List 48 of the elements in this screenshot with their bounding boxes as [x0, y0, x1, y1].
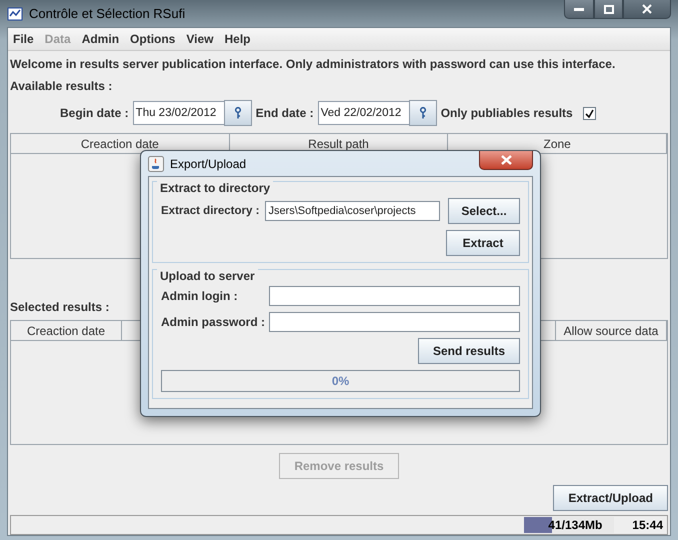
menu-item[interactable]: Admin: [78, 32, 128, 46]
section-label: Available results :: [10, 79, 114, 93]
field-label: Begin date :: [60, 106, 129, 120]
extract-upload-button[interactable]: Extract/Upload: [553, 485, 668, 511]
close-icon: [642, 4, 652, 14]
menu-item[interactable]: View: [183, 32, 222, 46]
send-results-button[interactable]: Send results: [418, 338, 520, 364]
select-button[interactable]: Select...: [448, 198, 520, 224]
maximize-button[interactable]: [594, 0, 623, 19]
field-label: Admin login :: [161, 289, 239, 303]
minimize-button[interactable]: [564, 0, 594, 19]
field-label: Admin password :: [161, 315, 263, 329]
dialog-title: Export/Upload: [170, 156, 246, 170]
key-icon: [234, 107, 242, 119]
extract-button[interactable]: Extract: [446, 230, 520, 256]
checkbox[interactable]: [582, 106, 596, 120]
column-header[interactable]: Creaction date: [11, 134, 230, 154]
minimize-icon: [574, 8, 584, 10]
clock-text: 15:44: [632, 518, 663, 532]
password-field[interactable]: [269, 312, 520, 332]
date-field[interactable]: Thu 23/02/2012: [132, 101, 225, 125]
group-title: Extract to directory: [157, 181, 274, 195]
app-icon: [7, 6, 23, 22]
progress-text: 0%: [332, 374, 350, 388]
key-icon: [418, 107, 427, 119]
field-label: End date :: [256, 106, 314, 120]
date-picker-button[interactable]: [224, 100, 252, 126]
login-field[interactable]: [269, 286, 520, 306]
directory-field[interactable]: Jsers\Softpedia\coser\projects: [265, 201, 440, 221]
menu-item[interactable]: File: [10, 32, 42, 46]
date-picker-button[interactable]: [408, 100, 437, 126]
cup-icon: [148, 156, 164, 172]
welcome-text: Welcome in results server publication interface. Only administrators with password can use this interface.: [10, 57, 616, 71]
column-header[interactable]: Creaction date: [11, 321, 122, 341]
menu-item[interactable]: Options: [127, 32, 184, 46]
window-title: Contrôle et Sélection RSufi: [29, 6, 186, 21]
checkbox-label: Only publiables results: [440, 106, 573, 120]
maximize-icon: [604, 4, 614, 14]
close-button[interactable]: [623, 0, 671, 19]
section-label: Selected results :: [10, 300, 110, 314]
group-title: Upload to server: [157, 269, 258, 283]
close-icon: [500, 155, 512, 165]
memory-text: 41/134Mb: [547, 518, 602, 532]
field-label: Extract directory :: [161, 205, 260, 217]
column-header[interactable]: Allow source data: [556, 321, 667, 341]
date-field[interactable]: Ved 22/02/2012: [318, 101, 410, 125]
menu-item[interactable]: Help: [222, 32, 259, 46]
close-button[interactable]: [479, 151, 533, 170]
